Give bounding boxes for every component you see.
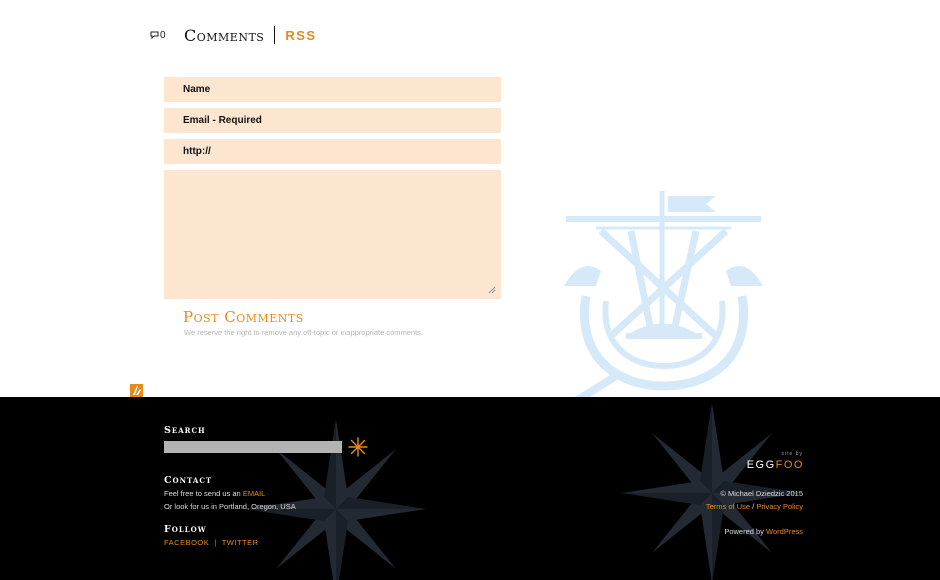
comment-count: 0: [150, 30, 184, 41]
comment-textarea[interactable]: [164, 170, 501, 299]
comments-header: 0 Comments RSS: [150, 22, 317, 48]
title-divider: [274, 26, 276, 44]
site-by-label: site by: [781, 451, 803, 457]
search-submit-icon[interactable]: [348, 437, 368, 457]
comment-count-value: 0: [160, 29, 166, 41]
contact-line-email: Feel free to send us an EMAIL: [164, 489, 265, 498]
search-input[interactable]: [164, 441, 342, 453]
privacy-link[interactable]: Privacy Policy: [756, 502, 803, 511]
copyright: © Michael Dziedzic 2015: [720, 489, 803, 498]
social-links: FACEBOOK | TWITTER: [164, 538, 259, 547]
rss-link[interactable]: RSS: [285, 28, 316, 43]
search-heading: Search: [164, 425, 206, 436]
logo-egg: EGG: [746, 459, 776, 471]
contact-line-location: Or look for us in Portland, Oregon, USA: [164, 502, 296, 511]
moderation-note: We reserve the right to remove any off-t…: [184, 328, 424, 337]
email-field[interactable]: Email - Required: [164, 108, 501, 133]
url-field[interactable]: http://: [164, 139, 501, 164]
powered-by: Powered by WordPress: [724, 527, 803, 536]
name-field[interactable]: Name: [164, 77, 501, 102]
terms-link[interactable]: Terms of Use: [706, 502, 750, 511]
speech-bubble-icon: [150, 31, 159, 39]
eggfoo-logo[interactable]: EGGFOO: [747, 459, 804, 471]
email-link[interactable]: EMAIL: [243, 489, 266, 498]
contact-heading: Contact: [164, 475, 213, 486]
eggfoo-badge-icon[interactable]: [130, 384, 143, 397]
wordpress-link[interactable]: WordPress: [766, 527, 803, 536]
contact-text: Feel free to send us an: [164, 489, 243, 498]
ship-watermark: [564, 191, 763, 397]
follow-heading: Follow: [164, 524, 207, 535]
site-footer: Search Contact Feel free to send us an E…: [0, 397, 940, 580]
social-separator: |: [214, 538, 217, 547]
twitter-link[interactable]: TWITTER: [222, 538, 259, 547]
comments-title: Comments: [184, 25, 265, 45]
post-comments-button[interactable]: Post Comments: [183, 308, 304, 326]
facebook-link[interactable]: FACEBOOK: [164, 538, 209, 547]
resize-grip-icon[interactable]: [488, 286, 496, 294]
powered-by-text: Powered by: [724, 527, 767, 536]
comments-section: 0 Comments RSS Name Email - Required htt…: [0, 0, 940, 397]
logo-foo: FOO: [775, 459, 804, 471]
legal-links: Terms of Use / Privacy Policy: [706, 502, 803, 511]
